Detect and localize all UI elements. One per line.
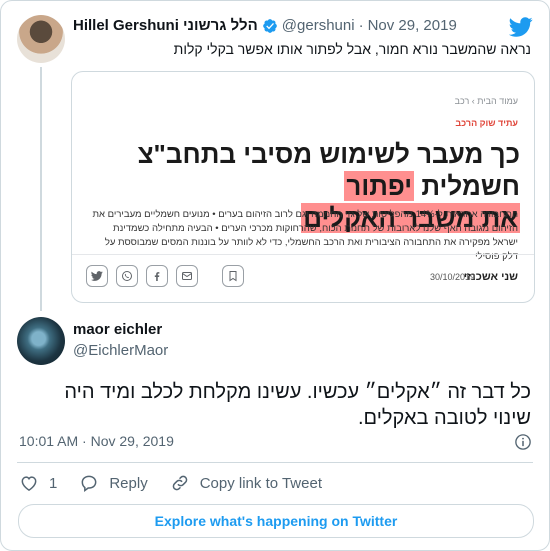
- tweet-timestamp[interactable]: 10:01 AM · Nov 29, 2019: [19, 433, 174, 449]
- copy-link-button[interactable]: Copy link to Tweet: [170, 473, 322, 493]
- article-category: עתיד שוק הרכב: [455, 118, 518, 128]
- bookmark-icon[interactable]: [222, 265, 244, 287]
- verified-badge-icon: [262, 18, 278, 34]
- author-handle[interactable]: @gershuni: [282, 17, 355, 34]
- article-title-plain: כך מעבר לשימוש מסיבי בתחב"צ חשמלית: [137, 139, 520, 201]
- reply-icon: [81, 475, 97, 492]
- thread-connector: [40, 67, 42, 311]
- like-button[interactable]: 1: [19, 473, 57, 493]
- twitter-bird-icon[interactable]: [508, 15, 533, 39]
- author-name[interactable]: Hillel Gershuni הלל גרשוני: [73, 17, 258, 34]
- mail-icon[interactable]: [176, 265, 198, 287]
- tweet-text: נראה שהמשבר נורא חמור, אבל לפתור אותו אפ…: [173, 41, 531, 57]
- like-count: 1: [49, 474, 58, 492]
- twitter-icon[interactable]: [86, 265, 108, 287]
- explore-button[interactable]: Explore what's happening on Twitter: [18, 504, 534, 538]
- article-title-highlight: יפתור: [344, 171, 415, 201]
- article-breadcrumb: עמוד הבית › רכב: [454, 96, 518, 106]
- author-name[interactable]: maor eichler: [73, 321, 162, 338]
- tweet-date[interactable]: Nov 29, 2019: [368, 17, 457, 34]
- embedded-tweet-card: Hillel Gershuni הלל גרשוני @gershuni · N…: [0, 0, 550, 551]
- whatsapp-icon[interactable]: [116, 265, 138, 287]
- author-handle[interactable]: @EichlerMaor: [73, 342, 168, 359]
- tweet-actions: 1 Reply Copy link to Tweet: [19, 473, 344, 493]
- article-footer: שני אשכנזי 30/10/2019: [72, 254, 534, 301]
- separator-dot: ·: [358, 17, 364, 34]
- facebook-icon[interactable]: [146, 265, 168, 287]
- divider: [17, 462, 533, 463]
- heart-icon: [21, 476, 37, 491]
- article-date: 30/10/2019: [430, 272, 476, 282]
- avatar[interactable]: [17, 15, 65, 63]
- info-icon[interactable]: [514, 433, 532, 451]
- reply-label: Reply: [109, 474, 148, 492]
- avatar[interactable]: [17, 317, 65, 365]
- tweet-text: כל דבר זה ״אקלים״ עכשיו. עשינו מקלחת לכל…: [64, 381, 531, 429]
- link-preview-card[interactable]: עמוד הבית › רכב עתיד שוק הרכב כך מעבר לש…: [71, 71, 535, 303]
- reply-button[interactable]: Reply: [79, 473, 148, 493]
- copy-link-label: Copy link to Tweet: [199, 474, 322, 492]
- link-icon: [172, 475, 187, 491]
- tweet-header: Hillel Gershuni הלל גרשוני @gershuni · N…: [73, 17, 457, 34]
